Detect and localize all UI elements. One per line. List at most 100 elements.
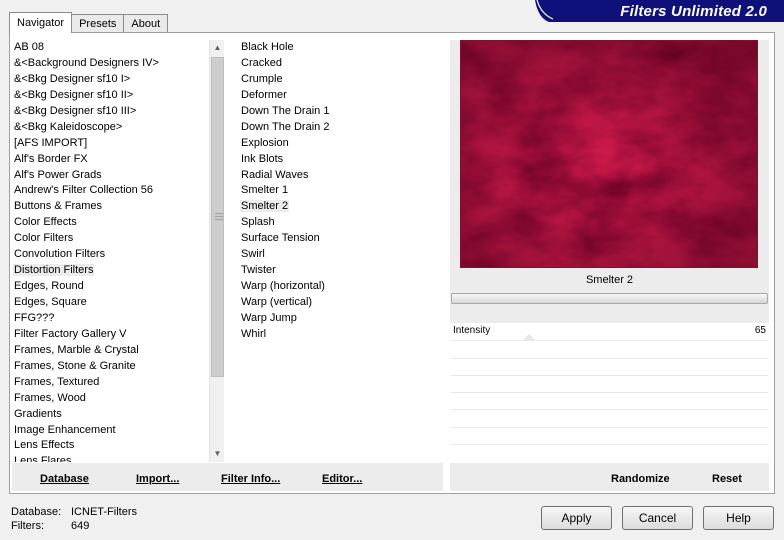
filter-label: Down The Drain 1: [241, 104, 330, 117]
import-button[interactable]: Import...: [136, 473, 179, 485]
database-label: Database:: [11, 506, 62, 518]
category-label: Convolution Filters: [14, 248, 106, 261]
filter-item[interactable]: Explosion: [240, 136, 440, 152]
filter-item[interactable]: Cracked: [240, 56, 440, 72]
control-divider: [451, 392, 768, 393]
scrollbar-thumb[interactable]: — — —: [211, 57, 224, 377]
tab-presets[interactable]: Presets: [71, 14, 125, 33]
filter-item[interactable]: Smelter 2: [240, 199, 440, 215]
category-label: Frames, Stone & Granite: [14, 359, 136, 372]
category-item[interactable]: Frames, Textured: [12, 375, 208, 391]
scroll-down-icon[interactable]: ▼: [210, 446, 225, 462]
category-item[interactable]: Color Effects: [12, 215, 208, 231]
tab-about[interactable]: About: [123, 14, 169, 33]
category-label: Frames, Wood: [14, 391, 86, 404]
filter-item[interactable]: Whirl: [240, 327, 440, 343]
category-item[interactable]: &<Bkg Designer sf10 II>: [12, 88, 208, 104]
filter-item[interactable]: Surface Tension: [240, 231, 440, 247]
category-item[interactable]: Alf's Power Grads: [12, 168, 208, 184]
category-label: FFG???: [14, 311, 55, 324]
category-item[interactable]: Color Filters: [12, 231, 208, 247]
category-item[interactable]: &<Bkg Designer sf10 III>: [12, 104, 208, 120]
category-item[interactable]: Gradients: [12, 407, 208, 423]
category-item[interactable]: Buttons & Frames: [12, 199, 208, 215]
intensity-slider[interactable]: Intensity 65: [450, 323, 769, 340]
category-label: Edges, Square: [14, 296, 87, 308]
filter-item[interactable]: Black Hole: [240, 40, 440, 56]
category-item[interactable]: FFG???: [12, 311, 208, 327]
filter-item[interactable]: Ink Blots: [240, 152, 440, 168]
control-divider: [451, 427, 768, 428]
cancel-button[interactable]: Cancel: [622, 506, 693, 530]
filter-item[interactable]: Radial Waves: [240, 168, 440, 184]
category-item[interactable]: Frames, Wood: [12, 391, 208, 407]
category-label: Frames, Textured: [14, 375, 100, 388]
filter-item[interactable]: Swirl: [240, 247, 440, 263]
category-item[interactable]: &<Background Designers IV>: [12, 56, 208, 72]
app-title: Filters Unlimited 2.0: [620, 3, 767, 20]
filter-item[interactable]: Warp (horizontal): [240, 279, 440, 295]
category-label: &<Bkg Designer sf10 II>: [14, 88, 134, 101]
category-item[interactable]: Filter Factory Gallery V: [12, 327, 208, 343]
filter-item[interactable]: Warp Jump: [240, 311, 440, 327]
help-button[interactable]: Help: [703, 506, 774, 530]
category-label: &<Bkg Designer sf10 I>: [14, 72, 131, 85]
filter-item[interactable]: Down The Drain 1: [240, 104, 440, 120]
database-button[interactable]: Database: [40, 473, 89, 485]
filter-label: Deformer: [241, 88, 287, 101]
filters-count: 649: [71, 520, 90, 532]
randomize-button[interactable]: Randomize: [611, 473, 670, 485]
category-label: Lens Flares: [14, 455, 72, 462]
category-label: Edges, Round: [14, 280, 84, 293]
database-value: ICNET-Filters: [71, 506, 137, 518]
filter-list[interactable]: Black Hole Cracked Crumple Deformer Down The…: [240, 40, 440, 350]
filters-label: Filters:: [11, 520, 44, 532]
control-divider: [451, 409, 768, 410]
category-label: Filter Factory Gallery V: [14, 327, 127, 340]
category-scrollbar[interactable]: ▲ — — — ▼: [209, 40, 224, 462]
category-item[interactable]: Image Enhancement: [12, 423, 208, 439]
category-label: &<Bkg Designer sf10 III>: [14, 104, 137, 117]
filter-info-button[interactable]: Filter Info...: [221, 473, 280, 485]
category-item[interactable]: AB 08: [12, 40, 208, 56]
filter-item[interactable]: Splash: [240, 215, 440, 231]
filter-label: Surface Tension: [241, 232, 320, 245]
category-item[interactable]: [AFS IMPORT]: [12, 136, 208, 152]
category-item[interactable]: Andrew's Filter Collection 56: [12, 183, 208, 199]
category-item[interactable]: &<Bkg Designer sf10 I>: [12, 72, 208, 88]
editor-button[interactable]: Editor...: [322, 473, 362, 485]
category-label: Buttons & Frames: [14, 200, 103, 213]
filter-item[interactable]: Crumple: [240, 72, 440, 88]
category-label: Andrew's Filter Collection 56: [14, 184, 154, 197]
filter-label: Black Hole: [241, 41, 294, 53]
apply-button[interactable]: Apply: [541, 506, 612, 530]
category-item[interactable]: Edges, Square: [12, 295, 208, 311]
filter-label: Twister: [241, 264, 276, 277]
category-item[interactable]: Frames, Stone & Granite: [12, 359, 208, 375]
category-item[interactable]: Convolution Filters: [12, 247, 208, 263]
filter-item[interactable]: Smelter 1: [240, 183, 440, 199]
filter-item[interactable]: Down The Drain 2: [240, 120, 440, 136]
scroll-up-icon[interactable]: ▲: [210, 40, 225, 56]
category-item[interactable]: Frames, Marble & Crystal: [12, 343, 208, 359]
filter-controls: Intensity 65: [450, 323, 769, 463]
reset-button[interactable]: Reset: [712, 473, 742, 485]
category-item[interactable]: Distortion Filters: [12, 263, 208, 279]
category-item[interactable]: Lens Flares: [12, 454, 208, 462]
category-item[interactable]: Alf's Border FX: [12, 152, 208, 168]
control-divider: [451, 340, 768, 341]
filter-item[interactable]: Warp (vertical): [240, 295, 440, 311]
category-list[interactable]: AB 08 &<Background Designers IV> &<Bkg Des…: [12, 40, 208, 462]
filter-label: Cracked: [241, 56, 282, 69]
category-item[interactable]: Lens Effects: [12, 438, 208, 454]
tab-navigator[interactable]: Navigator: [9, 12, 73, 33]
category-item[interactable]: &<Bkg Kaleidoscope>: [12, 120, 208, 136]
filter-item[interactable]: Deformer: [240, 88, 440, 104]
category-label: Gradients: [14, 407, 62, 420]
category-label: Frames, Marble & Crystal: [14, 343, 139, 356]
filter-item[interactable]: Twister: [240, 263, 440, 279]
control-divider: [451, 358, 768, 359]
filter-label: Radial Waves: [241, 168, 309, 181]
preview-zoom-slider[interactable]: [451, 293, 768, 304]
category-item[interactable]: Edges, Round: [12, 279, 208, 295]
